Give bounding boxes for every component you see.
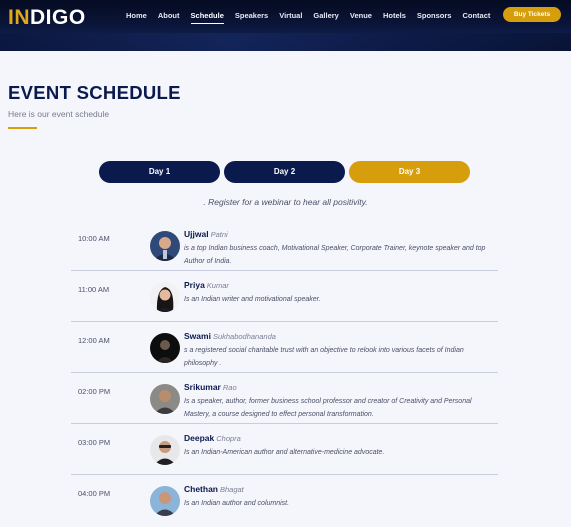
- page-subtitle: Here is our event schedule: [8, 109, 110, 119]
- schedule-row: 04:00 PM Chethan Bhagat Is an Indian auth…: [71, 475, 498, 526]
- nav-item-gallery[interactable]: Gallery: [313, 11, 338, 20]
- tab-day-2[interactable]: Day 2: [224, 161, 345, 183]
- schedule-row: 11:00 AM Priya Kumar Is an Indian writer …: [71, 271, 498, 322]
- session-time: 12:00 AM: [78, 336, 110, 345]
- schedule-row: 10:00 AM Ujjwal Patni is a top Indian bus…: [71, 220, 498, 271]
- page-title: EVENT SCHEDULE: [8, 82, 181, 103]
- speaker-photo-icon: [150, 435, 180, 465]
- speaker-description: Is a speaker, author, former business sc…: [184, 398, 472, 418]
- speaker-photo-icon: [150, 486, 180, 516]
- speaker-name[interactable]: Chethan Bhagat: [184, 484, 244, 494]
- nav-item-speakers[interactable]: Speakers: [235, 11, 268, 20]
- session-time: 11:00 AM: [78, 285, 110, 294]
- nav-item-about[interactable]: About: [158, 11, 180, 20]
- speaker-description: Is an Indian-American author and alterna…: [184, 449, 385, 456]
- day-tabs: Day 1 Day 2 Day 3: [99, 161, 470, 183]
- speaker-description: Is an Indian writer and motivational spe…: [184, 296, 321, 303]
- speaker-photo-icon: [150, 231, 180, 261]
- tab-day-1[interactable]: Day 1: [99, 161, 220, 183]
- speaker-description: is a top Indian business coach, Motivati…: [184, 245, 486, 265]
- banner-strip: [0, 33, 571, 51]
- session-time: 03:00 PM: [78, 438, 111, 447]
- speaker-name[interactable]: Priya Kumar: [184, 280, 229, 290]
- nav-item-contact[interactable]: Contact: [462, 11, 490, 20]
- register-note: . Register for a webinar to hear all pos…: [203, 197, 368, 207]
- speaker-name[interactable]: Srikumar Rao: [184, 382, 237, 392]
- title-underline: [8, 127, 37, 129]
- site-logo[interactable]: INDIGO: [8, 6, 86, 30]
- speaker-description: s a registered social charitable trust w…: [184, 347, 464, 367]
- nav-item-virtual[interactable]: Virtual: [279, 11, 302, 20]
- schedule-row: 03:00 PM Deepak Chopra Is an Indian-Ameri…: [71, 424, 498, 475]
- speaker-photo-icon: [150, 282, 180, 312]
- nav-item-home[interactable]: Home: [126, 11, 147, 20]
- speaker-description: Is an Indian author and columnist.: [184, 500, 290, 507]
- schedule-list: 10:00 AM Ujjwal Patni is a top Indian bus…: [71, 220, 498, 526]
- nav-item-venue[interactable]: Venue: [350, 11, 372, 20]
- nav-item-schedule[interactable]: Schedule: [190, 11, 225, 24]
- nav-item-sponsors[interactable]: Sponsors: [417, 11, 452, 20]
- tab-day-3[interactable]: Day 3: [349, 161, 470, 183]
- nav-item-hotels[interactable]: Hotels: [383, 11, 406, 20]
- schedule-row: 02:00 PM Srikumar Rao Is a speaker, autho…: [71, 373, 498, 424]
- session-time: 04:00 PM: [78, 489, 111, 498]
- session-time: 10:00 AM: [78, 234, 110, 243]
- speaker-name[interactable]: Swami Sukhabodhananda: [184, 331, 276, 341]
- speaker-photo-icon: [150, 333, 180, 363]
- speaker-name[interactable]: Deepak Chopra: [184, 433, 241, 443]
- session-time: 02:00 PM: [78, 387, 111, 396]
- top-navbar: INDIGO Home About Schedule Speakers Virt…: [0, 0, 571, 51]
- buy-tickets-button[interactable]: Buy Tickets: [503, 7, 561, 22]
- schedule-row: 12:00 AM Swami Sukhabodhananda s a regist…: [71, 322, 498, 373]
- main-menu: Home About Schedule Speakers Virtual Gal…: [126, 0, 501, 30]
- speaker-photo-icon: [150, 384, 180, 414]
- speaker-name[interactable]: Ujjwal Patni: [184, 229, 228, 239]
